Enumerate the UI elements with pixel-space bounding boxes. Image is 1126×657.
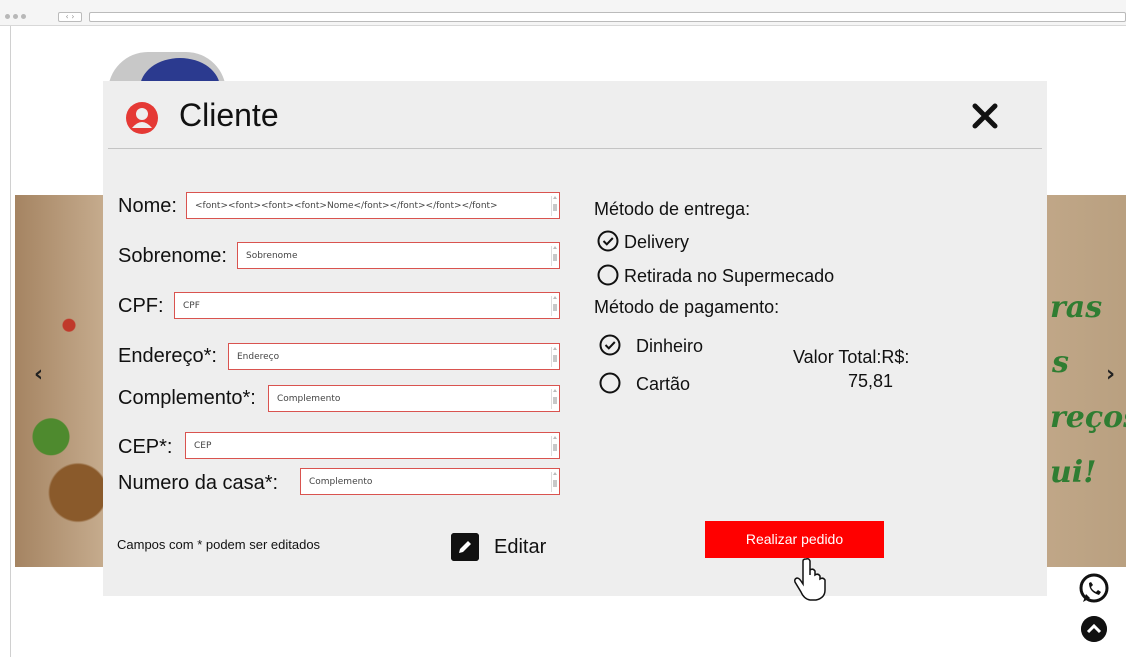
sobrenome-field[interactable] [237,242,560,269]
banner-text: ui! [1050,455,1097,490]
pickup-option-label[interactable]: Retirada no Supermecado [624,266,834,287]
nome-field[interactable] [186,192,560,219]
banner-text: reços [1050,400,1126,435]
window-dot-icon[interactable] [5,14,10,19]
sobrenome-label: Sobrenome: [118,245,227,267]
endereco-input[interactable] [237,344,541,369]
input-spinner-icon[interactable] [551,246,557,266]
edit-button-label[interactable]: Editar [494,536,546,559]
input-spinner-icon[interactable] [551,472,557,492]
cep-input[interactable] [194,433,541,458]
complemento-field[interactable] [268,385,560,412]
divider [108,148,1042,149]
pencil-icon[interactable] [451,533,479,561]
numero-field[interactable] [300,468,560,495]
whatsapp-icon[interactable] [1077,572,1111,606]
place-order-button[interactable]: Realizar pedido [705,521,884,558]
input-spinner-icon[interactable] [551,347,557,367]
cep-label: CEP*: [118,436,173,458]
total-label: Valor Total:R$: [793,347,910,367]
cpf-label: CPF: [118,295,164,317]
total-value: 75,81 [848,371,894,391]
window-dot-icon[interactable] [21,14,26,19]
radio-checked-icon[interactable] [599,334,621,356]
carousel-prev-icon[interactable]: ‹ [34,362,43,387]
window-dot-icon[interactable] [13,14,18,19]
banner-text: ras [1050,290,1103,325]
cpf-field[interactable] [174,292,560,319]
edit-hint: Campos com * podem ser editados [117,537,321,552]
input-spinner-icon[interactable] [551,296,557,316]
radio-checked-icon[interactable] [597,230,619,252]
browser-window: ‹ › SUPERMERCADO ras s reços ui! ‹ › Cli… [0,0,1126,657]
numero-label: Numero da casa*: [118,472,279,494]
modal-title: Cliente [179,97,279,133]
cpf-input[interactable] [183,293,541,318]
address-bar[interactable] [89,12,1126,22]
input-spinner-icon[interactable] [551,389,557,409]
chevron-up-icon[interactable] [1081,616,1107,642]
payment-method-heading: Método de pagamento: [594,297,780,317]
hand-cursor-icon [794,558,826,601]
input-spinner-icon[interactable] [551,196,557,216]
browser-toolbar: ‹ › [0,0,1126,26]
radio-unchecked-icon[interactable] [599,372,621,394]
sobrenome-input[interactable] [246,243,541,268]
back-forward-icon[interactable]: ‹ › [58,12,82,22]
input-spinner-icon[interactable] [551,436,557,456]
endereco-label: Endereço*: [118,345,217,367]
cep-field[interactable] [185,432,560,459]
complemento-input[interactable] [277,386,541,411]
user-circle-icon [126,102,158,134]
carousel-next-icon[interactable]: › [1106,362,1115,387]
window-border [10,26,11,657]
vegetable-basket-image [15,195,105,567]
delivery-option-label[interactable]: Delivery [624,232,689,253]
nome-label: Nome: [118,195,177,217]
nome-input[interactable] [195,193,541,218]
card-option-label[interactable]: Cartão [636,374,690,395]
endereco-field[interactable] [228,343,560,370]
customer-modal: Cliente Nome: Sobrenome: CPF: Endereço*:… [103,81,1047,601]
delivery-method-heading: Método de entrega: [594,199,751,219]
close-icon[interactable] [970,101,1000,131]
cash-option-label[interactable]: Dinheiro [636,336,703,357]
numero-input[interactable] [309,469,541,494]
radio-unchecked-icon[interactable] [597,264,619,286]
banner-text: s [1052,345,1069,380]
complemento-label: Complemento*: [118,387,256,409]
